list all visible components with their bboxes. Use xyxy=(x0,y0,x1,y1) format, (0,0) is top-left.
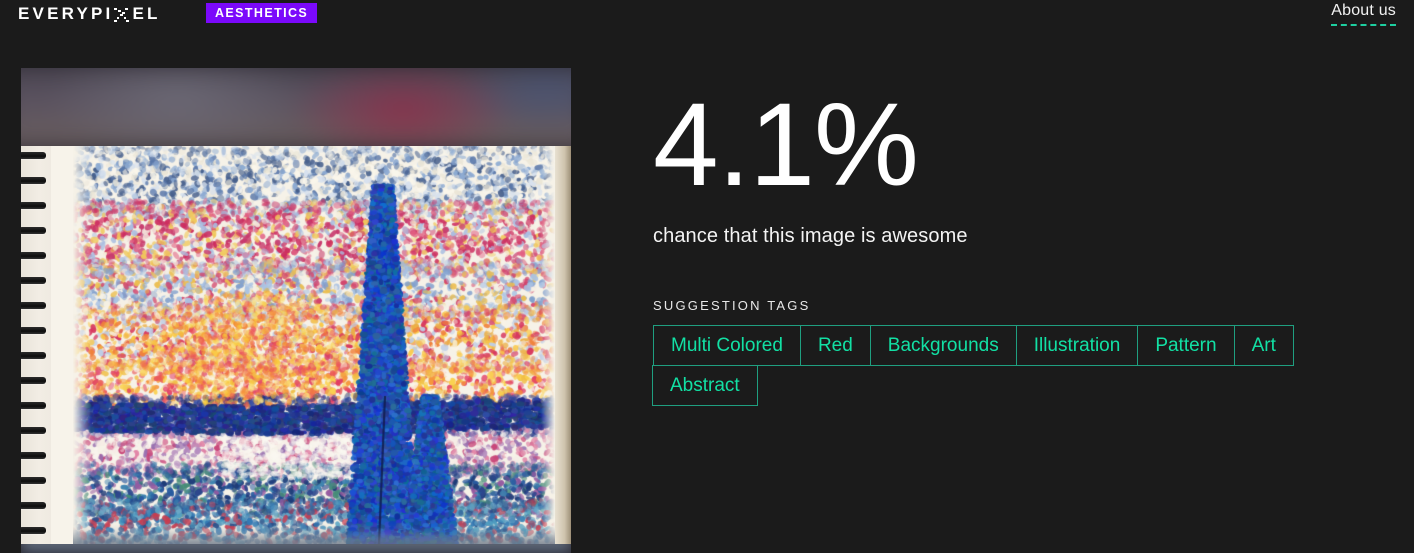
suggestion-tag[interactable]: Pattern xyxy=(1137,325,1234,366)
analyzed-image-preview[interactable] xyxy=(21,68,571,553)
site-header: EVERYPI EL AESTHETICS About us xyxy=(0,0,1414,36)
painting-canvas xyxy=(73,146,555,544)
suggestion-tags-list: Multi Colored Red Backgrounds Illustration P… xyxy=(653,326,1368,406)
suggestion-tag[interactable]: Abstract xyxy=(652,365,758,406)
paper-left-margin xyxy=(51,146,73,544)
pixel-x-icon xyxy=(114,8,129,23)
logo-text-before: EVERYPI xyxy=(18,4,113,24)
aesthetics-badge[interactable]: AESTHETICS xyxy=(206,3,317,23)
logo[interactable]: EVERYPI EL xyxy=(18,3,161,25)
suggestion-tag[interactable]: Illustration xyxy=(1016,325,1139,366)
logo-text-after: EL xyxy=(132,4,160,24)
suggestion-tag[interactable]: Backgrounds xyxy=(870,325,1017,366)
suggestion-tag[interactable]: Art xyxy=(1234,325,1294,366)
suggestion-tag[interactable]: Red xyxy=(800,325,871,366)
about-us-link[interactable]: About us xyxy=(1331,2,1396,26)
suggestion-tags-label: SUGGESTION TAGS xyxy=(653,298,1393,313)
preview-artwork xyxy=(21,146,571,544)
paper-right-edge xyxy=(555,146,571,544)
preview-blur-bottom xyxy=(21,537,571,553)
suggestion-tag[interactable]: Multi Colored xyxy=(653,325,801,366)
aesthetic-score: 4.1% xyxy=(653,86,1393,218)
spiral-binding-icon xyxy=(21,146,51,544)
results-panel: 4.1% chance that this image is awesome S… xyxy=(653,68,1393,406)
preview-blur-top xyxy=(21,68,571,149)
score-caption: chance that this image is awesome xyxy=(653,224,1393,248)
